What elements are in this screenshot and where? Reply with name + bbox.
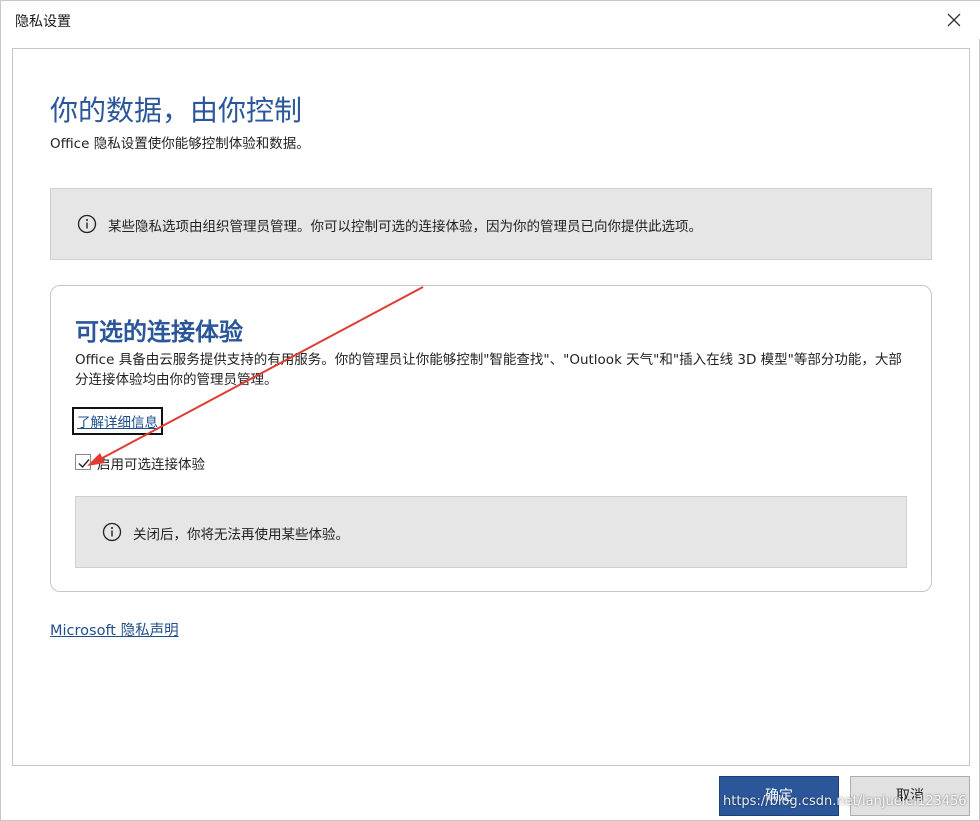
admin-notice-text: 某些隐私选项由组织管理员管理。你可以控制可选的连接体验，因为你的管理员已向你提供… xyxy=(108,219,702,235)
admin-notice-banner: 某些隐私选项由组织管理员管理。你可以控制可选的连接体验，因为你的管理员已向你提供… xyxy=(50,188,932,260)
disable-warning-text: 关闭后，你将无法再使用某些体验。 xyxy=(133,527,349,543)
page-title: 你的数据，由你控制 xyxy=(50,94,303,127)
watermark-text: https://blog.csdn.net/lanjuelei123456 xyxy=(723,794,967,809)
learn-more-link[interactable]: 了解详细信息 xyxy=(72,407,163,435)
info-icon xyxy=(77,214,97,234)
page-subtitle: Office 隐私设置使你能够控制体验和数据。 xyxy=(50,136,310,152)
optional-experiences-card: 可选的连接体验 Office 具备由云服务提供支持的有用服务。你的管理员让你能够… xyxy=(50,285,932,592)
window-title: 隐私设置 xyxy=(15,14,71,30)
checkmark-icon xyxy=(78,459,90,469)
close-icon xyxy=(947,13,961,27)
optional-experiences-title: 可选的连接体验 xyxy=(75,318,243,346)
checkbox-box[interactable] xyxy=(75,454,91,470)
optional-experiences-description: Office 具备由云服务提供支持的有用服务。你的管理员让你能够控制"智能查找"… xyxy=(75,352,902,388)
disable-warning-banner: 关闭后，你将无法再使用某些体验。 xyxy=(75,496,907,568)
privacy-settings-dialog: 隐私设置 你的数据，由你控制 Office 隐私设置使你能够控制体验和数据。 某… xyxy=(0,0,980,821)
info-icon xyxy=(102,522,122,542)
close-button[interactable] xyxy=(941,7,967,33)
checkbox-label: 启用可选连接体验 xyxy=(97,457,205,473)
title-bar: 隐私设置 xyxy=(1,1,980,39)
privacy-statement-link[interactable]: Microsoft 隐私声明 xyxy=(50,619,179,640)
